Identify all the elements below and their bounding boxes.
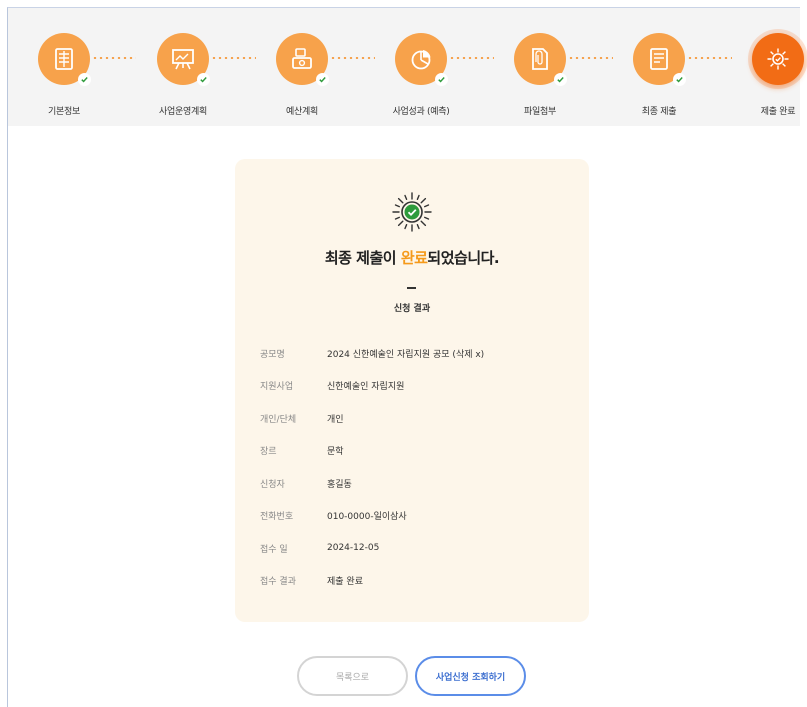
- result-value: 문학: [327, 446, 344, 457]
- completion-check-icon: [392, 192, 432, 232]
- step-final-submit[interactable]: 최종 제출: [609, 33, 709, 117]
- step-label: 파일첨부: [524, 107, 556, 117]
- result-label: 개인/단체: [260, 414, 297, 425]
- step-label: 사업성과 (예측): [392, 107, 450, 117]
- step-label: 예산계획: [286, 107, 318, 117]
- completion-title: 최종 제출이 완료되었습니다.: [235, 247, 589, 268]
- step-done-check-icon: [197, 73, 210, 86]
- step-done-check-icon: [316, 73, 329, 86]
- step-label: 기본정보: [48, 107, 80, 117]
- step-circle: [395, 33, 448, 86]
- result-value: 2024 신한예술인 자립지원 공모 (삭제 x): [327, 349, 485, 360]
- result-label: 지원사업: [260, 381, 294, 392]
- result-label: 접수 일: [260, 544, 288, 555]
- completion-title-text-end: 되었습니다.: [427, 249, 500, 267]
- result-value: 2024-12-05: [327, 543, 380, 553]
- result-row: 개인/단체 개인: [260, 411, 344, 425]
- step-done-check-icon: [554, 73, 567, 86]
- progress-stepper: 기본정보 사업운영계획 예산계획 사업성과 (예측) 파일첨부 최종 제출 제출…: [8, 8, 804, 126]
- step-circle: [157, 33, 210, 86]
- result-row: 지원사업 신한예술인 자립지원: [260, 378, 404, 392]
- view-application-button[interactable]: 사업신청 조회하기: [415, 656, 526, 696]
- step-circle: [633, 33, 686, 86]
- result-label: 신청자: [260, 479, 285, 490]
- step-file-attach[interactable]: 파일첨부: [490, 33, 590, 117]
- step-business-plan[interactable]: 사업운영계획: [133, 33, 233, 117]
- step-basic-info[interactable]: 기본정보: [14, 33, 114, 117]
- step-circle: [514, 33, 567, 86]
- step-circle-active: [752, 33, 804, 85]
- result-label: 장르: [260, 446, 277, 457]
- back-to-list-button[interactable]: 목록으로: [297, 656, 408, 696]
- step-label: 제출 완료: [760, 107, 796, 117]
- paperclip-document-icon: [532, 48, 548, 70]
- result-row: 신청자 홍길동: [260, 476, 352, 490]
- money-stack-icon: [292, 48, 312, 69]
- result-value: 홍길동: [327, 479, 352, 490]
- result-subtitle: 신청 결과: [393, 304, 431, 314]
- step-budget-plan[interactable]: 예산계획: [252, 33, 352, 117]
- pie-chart-icon: [411, 50, 431, 70]
- result-value: 010-0000-일이삼사: [327, 511, 407, 522]
- step-label: 최종 제출: [641, 107, 677, 117]
- step-submit-complete[interactable]: 제출 완료: [728, 33, 807, 117]
- result-value: 신한예술인 자립지원: [327, 381, 405, 392]
- result-label: 전화번호: [260, 511, 294, 522]
- step-circle: [38, 33, 91, 86]
- presentation-board-icon: [172, 49, 194, 70]
- result-label: 접수 결과: [260, 576, 296, 587]
- result-value: 개인: [327, 414, 344, 425]
- result-row: 장르 문학: [260, 443, 344, 457]
- checklist-document-icon: [650, 48, 668, 70]
- step-done-check-icon: [78, 73, 91, 86]
- completion-title-highlight: 완료: [400, 249, 428, 267]
- result-label: 공모명: [260, 349, 285, 360]
- step-done-check-icon: [673, 73, 686, 86]
- result-row: 전화번호 010-0000-일이삼사: [260, 508, 407, 522]
- step-label: 사업운영계획: [159, 107, 207, 117]
- sunburst-check-icon: [767, 48, 789, 70]
- result-row: 접수 일 2024-12-05: [260, 541, 379, 555]
- step-business-outcome[interactable]: 사업성과 (예측): [371, 33, 471, 117]
- divider: [407, 287, 416, 289]
- step-done-check-icon: [435, 73, 448, 86]
- result-card: 최종 제출이 완료되었습니다. 신청 결과 공모명 2024 신한예술인 자립지…: [235, 159, 589, 622]
- result-row: 공모명 2024 신한예술인 자립지원 공모 (삭제 x): [260, 346, 484, 360]
- result-row: 접수 결과 제출 완료: [260, 573, 363, 587]
- step-circle: [276, 33, 329, 86]
- result-value: 제출 완료: [327, 576, 363, 587]
- completion-title-text: 최종 제출이: [324, 249, 401, 267]
- form-grid-icon: [55, 48, 73, 70]
